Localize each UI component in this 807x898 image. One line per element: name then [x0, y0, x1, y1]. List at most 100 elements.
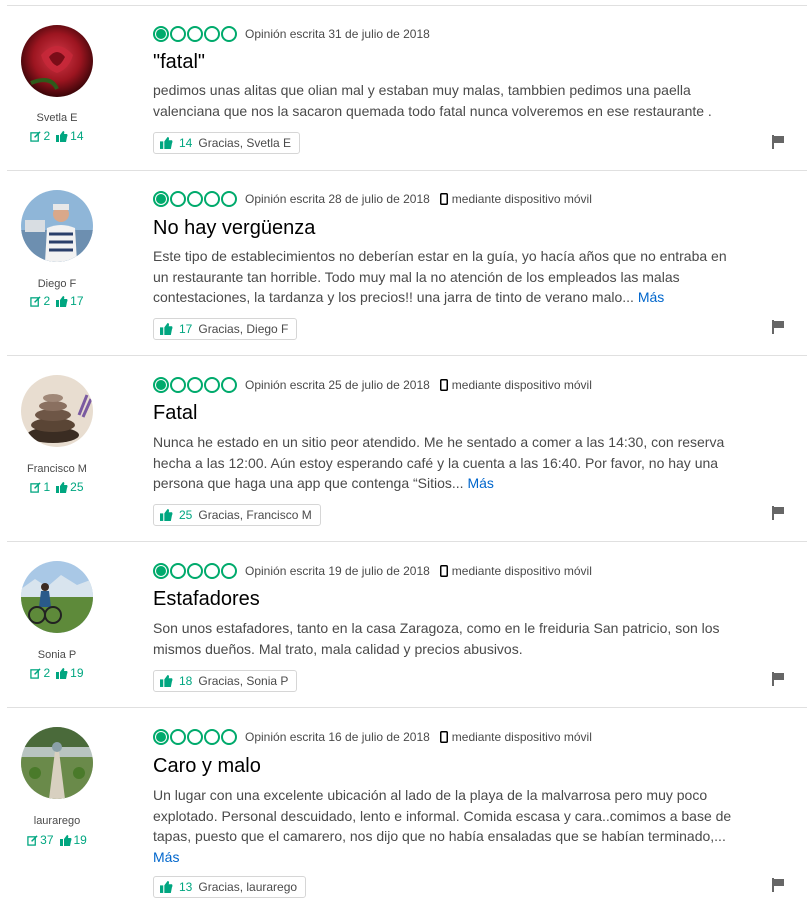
review-count: 2 — [30, 294, 50, 308]
thanks-button[interactable]: 18 Gracias, Sonia P — [153, 670, 298, 692]
bubble-rating — [153, 26, 237, 42]
thanks-label: Gracias, Francisco M — [198, 508, 312, 522]
bubble-icon — [204, 191, 220, 207]
flag-icon[interactable] — [771, 506, 785, 520]
bubble-icon — [204, 729, 220, 745]
helpful-count-value: 19 — [73, 833, 87, 847]
thanks-count: 14 — [179, 136, 193, 150]
review-title[interactable]: No hay vergüenza — [153, 217, 315, 240]
thanks-button[interactable]: 17 Gracias, Diego F — [153, 318, 298, 340]
helpful-count: 14 — [56, 129, 84, 143]
review-body: Un lugar con una excelente ubicación al … — [153, 785, 733, 867]
more-link[interactable]: Más — [638, 289, 664, 305]
avatar[interactable] — [21, 727, 93, 799]
mobile-indicator: mediante dispositivo móvil — [439, 378, 592, 392]
thanks-count: 17 — [179, 322, 193, 336]
review-count-icon — [30, 667, 42, 679]
rating-row: Opinión escrita 25 de julio de 2018 medi… — [153, 375, 592, 395]
mobile-label: mediante dispositivo móvil — [451, 378, 592, 392]
thumbs-up-icon — [59, 834, 71, 846]
username[interactable]: Sonia P — [7, 649, 107, 661]
user-stats: 2 17 — [7, 294, 107, 308]
review-title[interactable]: "fatal" — [153, 51, 205, 74]
avatar[interactable] — [21, 375, 93, 447]
avatar[interactable] — [21, 190, 93, 262]
review-count-value: 1 — [43, 480, 51, 494]
flag-icon[interactable] — [771, 878, 785, 892]
thanks-button[interactable]: 25 Gracias, Francisco M — [153, 504, 321, 526]
bubble-icon — [204, 377, 220, 393]
avatar[interactable] — [21, 25, 93, 97]
bubble-icon — [221, 563, 237, 579]
review-count-value: 2 — [43, 666, 51, 680]
review-text: Nunca he estado en un sitio peor atendid… — [153, 434, 725, 491]
review-count-value: 37 — [40, 833, 54, 847]
bubble-icon — [170, 729, 186, 745]
review-count: 2 — [30, 129, 50, 143]
bubble-icon — [170, 563, 186, 579]
more-link[interactable]: Más — [467, 475, 493, 491]
helpful-count-value: 17 — [70, 294, 84, 308]
helpful-count-value: 14 — [70, 129, 84, 143]
bubble-icon — [221, 377, 237, 393]
bubble-icon — [221, 729, 237, 745]
username[interactable]: laurarego — [7, 815, 107, 827]
bubble-icon — [187, 377, 203, 393]
review-date: Opinión escrita 19 de julio de 2018 — [245, 564, 430, 578]
review-count-icon — [30, 481, 42, 493]
review-title[interactable]: Fatal — [153, 402, 197, 425]
mobile-label: mediante dispositivo móvil — [451, 192, 592, 206]
mobile-phone-icon — [439, 193, 448, 205]
avatar[interactable] — [21, 561, 93, 633]
bubble-icon — [221, 191, 237, 207]
rating-row: Opinión escrita 28 de julio de 2018 medi… — [153, 189, 592, 209]
flag-icon[interactable] — [771, 135, 785, 149]
review-body: Nunca he estado en un sitio peor atendid… — [153, 432, 733, 494]
bubble-rating — [153, 377, 237, 393]
thumbs-up-icon — [56, 130, 68, 142]
thumbs-up-icon — [160, 137, 173, 149]
review-date: Opinión escrita 31 de julio de 2018 — [245, 27, 430, 41]
flag-icon[interactable] — [771, 672, 785, 686]
mobile-phone-icon — [439, 731, 448, 743]
bubble-rating — [153, 191, 237, 207]
review-count-value: 2 — [43, 129, 51, 143]
thanks-button[interactable]: 13 Gracias, laurarego — [153, 876, 307, 898]
thanks-label: Gracias, Sonia P — [198, 674, 289, 688]
bubble-icon — [153, 191, 169, 207]
helpful-count-value: 19 — [70, 666, 84, 680]
review-text: Un lugar con una excelente ubicación al … — [153, 787, 732, 844]
review-date: Opinión escrita 28 de julio de 2018 — [245, 192, 430, 206]
bubble-icon — [204, 563, 220, 579]
bubble-icon — [153, 26, 169, 42]
mobile-phone-icon — [439, 379, 448, 391]
thumbs-up-icon — [56, 481, 68, 493]
thumbs-up-icon — [160, 323, 173, 335]
bubble-icon — [170, 377, 186, 393]
bubble-icon — [153, 729, 169, 745]
helpful-count: 17 — [56, 294, 84, 308]
thanks-button[interactable]: 14 Gracias, Svetla E — [153, 132, 301, 154]
bubble-rating — [153, 563, 237, 579]
thumbs-up-icon — [160, 881, 173, 893]
more-link[interactable]: Más — [153, 849, 179, 865]
thanks-count: 18 — [179, 674, 193, 688]
bubble-icon — [187, 26, 203, 42]
review-date: Opinión escrita 16 de julio de 2018 — [245, 730, 430, 744]
review-text: Son unos estafadores, tanto en la casa Z… — [153, 620, 720, 657]
username[interactable]: Francisco M — [7, 463, 107, 475]
review-title[interactable]: Caro y malo — [153, 755, 261, 778]
thumbs-up-icon — [160, 509, 173, 521]
username[interactable]: Diego F — [7, 278, 107, 290]
username[interactable]: Svetla E — [7, 112, 107, 124]
bubble-icon — [204, 26, 220, 42]
flag-icon[interactable] — [771, 320, 785, 334]
review-title[interactable]: Estafadores — [153, 588, 260, 611]
review-card: Diego F 2 17 Opinión escrita 28 de julio… — [7, 171, 807, 356]
bubble-icon — [187, 729, 203, 745]
review-card: Sonia P 2 19 Opinión escrita 19 de julio… — [7, 542, 807, 708]
review-body: Son unos estafadores, tanto en la casa Z… — [153, 618, 733, 659]
bubble-icon — [153, 563, 169, 579]
mobile-label: mediante dispositivo móvil — [451, 564, 592, 578]
helpful-count-value: 25 — [70, 480, 84, 494]
